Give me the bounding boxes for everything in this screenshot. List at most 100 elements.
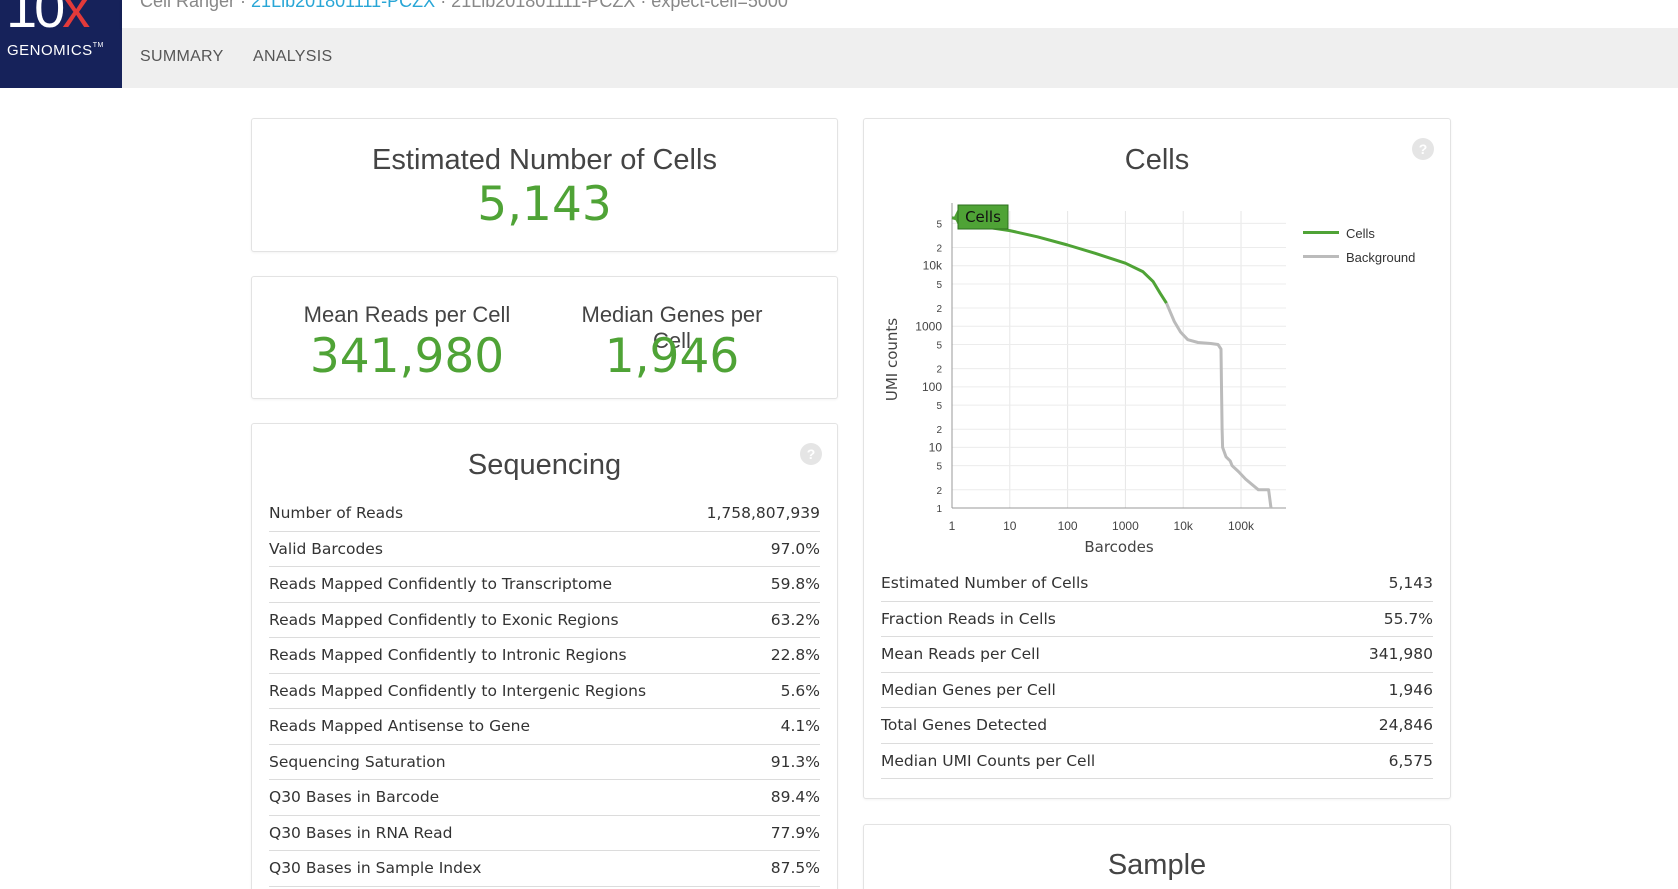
y-tick-label: 10k [923,259,943,273]
x-tick-label: 1000 [1112,519,1139,533]
reads-genes-card: Mean Reads per Cell 341,980 Median Genes… [251,276,838,399]
metric-label: Q30 Bases in Sample Index [269,859,482,878]
metric-value: 6,575 [1388,751,1433,770]
table-row: Number of Reads 1,758,807,939 [269,496,820,532]
metric-value: 55.7% [1383,609,1433,628]
metric-label: Median Genes per Cell [881,680,1056,699]
x-tick-label: 100 [1058,519,1078,533]
mean-reads-title: Mean Reads per Cell [303,302,511,327]
metric-value: 63.2% [770,610,820,629]
y-axis-label: UMI counts [883,318,901,401]
cells-table: Estimated Number of Cells 5,143 Fraction R… [881,566,1433,779]
table-row: Mean Reads per Cell 341,980 [881,637,1433,673]
table-row: Valid Barcodes 97.0% [269,532,820,567]
x-tick-label: 100k [1228,519,1255,533]
y-tick-label: 10 [929,440,943,454]
metric-label: Total Genes Detected [881,716,1048,735]
metric-value: 5,143 [1388,574,1433,593]
metric-label: Q30 Bases in RNA Read [269,823,453,842]
nav-bar: SUMMARY ANALYSIS [122,28,1678,88]
sample-id-link[interactable]: 21Lib201801111-PCZX [251,0,435,11]
legend-background-label[interactable]: Background [1346,250,1415,265]
table-row: Q30 Bases in Barcode 89.4% [269,780,820,816]
estimated-cells-value: 5,143 [477,177,612,232]
y-tick-label: 1 [936,504,942,515]
x-tick-label: 10k [1174,519,1194,533]
x-tick-label: 10 [1003,519,1017,533]
metric-value: 4.1% [780,717,820,736]
metric-value: 77.9% [770,823,820,842]
median-genes-value: 1,946 [604,329,740,384]
barcode-rank-plot[interactable]: 1 2 5 10 2 5 100 2 5 1000 2 5 10k 2 5 1 10 100 1000 10k 100k… [864,119,1452,559]
metric-label: Reads Mapped Confidently to Intronic Reg… [269,646,627,665]
mean-reads-value: 341,980 [309,329,505,384]
sequencing-help-icon[interactable]: ? [800,443,822,465]
table-row: Estimated Number of Cells 5,143 [881,566,1433,602]
sample-card: Sample [863,824,1451,889]
metric-value: 91.3% [770,752,820,771]
page-title-bar: Cell Ranger · 21Lib201801111-PCZX · 21Li… [122,0,1678,28]
metric-label: Q30 Bases in Barcode [269,788,440,807]
table-row: Q30 Bases in RNA Read 77.9% [269,816,820,851]
y-tick-label: 2 [936,243,942,254]
y-tick-label: 1000 [915,319,942,333]
table-row: Total Genes Detected 24,846 [881,708,1433,744]
metric-value: 22.8% [770,646,820,665]
table-row: Sequencing Saturation 91.3% [269,745,820,780]
legend-cells-label[interactable]: Cells [1346,226,1375,241]
table-row: Fraction Reads in Cells 55.7% [881,602,1433,637]
y-tick-label: 5 [936,401,942,412]
table-row: Median Genes per Cell 1,946 [881,673,1433,708]
sample-title: Sample [1107,849,1207,881]
metric-label: Number of Reads [269,504,404,523]
y-tick-label: 2 [936,425,942,436]
metric-value: 97.0% [770,539,820,558]
metric-value: 5.6% [780,681,820,700]
cells-card: Cells ? 1 2 5 10 2 5 100 2 5 1000 2 5 10k 2 5 1 10 100 100… [863,118,1451,799]
series-line-background [1165,302,1273,509]
y-tick-label: 100 [922,380,942,394]
metric-value: 341,980 [1368,645,1433,664]
metric-label: Sequencing Saturation [269,752,446,771]
metric-label: Reads Mapped Confidently to Intergenic R… [269,681,647,700]
metric-value: 24,846 [1378,716,1433,735]
y-tick-label: 5 [936,280,942,291]
10x-genomics-logo[interactable]: 10x GENOMICSTM [0,0,122,88]
series-line-cells [951,216,1168,305]
tab-summary[interactable]: SUMMARY [140,48,224,66]
estimated-cells-card: Estimated Number of Cells 5,143 [251,118,838,252]
metric-label: Median UMI Counts per Cell [881,751,1096,770]
estimated-cells-title: Estimated Number of Cells [372,144,717,176]
sequencing-table: Number of Reads 1,758,807,939 Valid Barcod… [269,496,820,887]
metric-value: 1,946 [1388,680,1433,699]
metric-value: 59.8% [770,575,820,594]
y-tick-label: 2 [936,304,942,315]
metric-label: Reads Mapped Confidently to Transcriptom… [269,575,613,594]
metric-label: Reads Mapped Antisense to Gene [269,717,530,736]
y-tick-label: 2 [936,486,942,497]
metric-label: Valid Barcodes [269,539,383,558]
annotation-pointer [954,209,958,225]
metric-label: Reads Mapped Confidently to Exonic Regio… [269,610,619,629]
table-row: Reads Mapped Confidently to Intergenic R… [269,674,820,709]
y-tick-label: 5 [936,219,942,230]
y-tick-label: 5 [936,462,942,473]
table-row: Reads Mapped Confidently to Intronic Reg… [269,638,820,674]
legend-cells-swatch [1303,231,1339,234]
x-axis-label: Barcodes [1084,538,1153,556]
metric-value: 89.4% [770,788,820,807]
table-row: Reads Mapped Confidently to Transcriptom… [269,567,820,603]
x-tick-label: 1 [949,519,956,533]
sequencing-card: Sequencing ? Number of Reads 1,758,807,93… [251,423,838,889]
table-row: Reads Mapped Confidently to Exonic Regio… [269,603,820,638]
sequencing-title: Sequencing [467,449,622,481]
table-row: Median UMI Counts per Cell 6,575 [881,744,1433,779]
y-tick-label: 2 [936,365,942,376]
logo-mark: 10x [6,0,90,39]
page-title: Cell Ranger · 21Lib201801111-PCZX · 21Li… [140,0,788,12]
tab-analysis[interactable]: ANALYSIS [253,48,332,66]
y-tick-label: 5 [936,341,942,352]
metric-label: Mean Reads per Cell [881,645,1040,664]
logo-subtext: GENOMICSTM [7,42,104,59]
metric-label: Fraction Reads in Cells [881,609,1056,628]
